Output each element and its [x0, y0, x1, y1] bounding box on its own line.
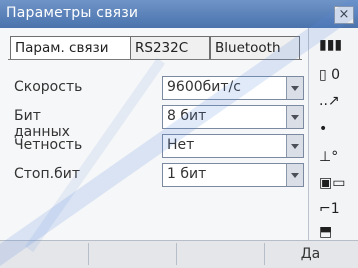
signal-icon: ..↗	[319, 93, 340, 109]
select-value: 1 бит	[167, 166, 207, 182]
stop-bits-select[interactable]: 1 бит	[162, 163, 304, 187]
chevron-down-icon[interactable]	[286, 77, 303, 99]
tab-comm-params[interactable]: Парам. связи	[10, 36, 132, 60]
window-titlebar: Параметры связи ×	[0, 0, 358, 28]
tilt-icon: ⊥°	[319, 149, 339, 165]
chevron-down-icon[interactable]	[286, 164, 303, 186]
dot-icon: •	[319, 121, 328, 137]
yes-button[interactable]: Да	[264, 243, 357, 265]
status-panel: ▮▮▮ ▯ 0 ..↗ • ⊥° ▣▭ ⌐1 ⬒	[308, 28, 358, 240]
softkey-bar: Да	[0, 240, 358, 268]
tab-rs232c[interactable]: RS232C	[130, 36, 210, 59]
softkey-3[interactable]	[176, 243, 265, 265]
keyboard-icon: ⬒	[319, 224, 333, 240]
window-title: Параметры связи	[6, 5, 139, 21]
field-label: Бит данных	[14, 108, 70, 140]
chevron-down-icon[interactable]	[286, 106, 303, 128]
field-label: Скорость	[14, 79, 83, 95]
target-icon: ⌐1	[319, 201, 340, 217]
field-label: Четность	[14, 137, 83, 153]
tab-label: RS232C	[135, 40, 189, 56]
tab-label: Парам. связи	[15, 40, 109, 56]
prism-icon: ▣▭	[319, 175, 346, 191]
chevron-down-icon[interactable]	[286, 135, 303, 157]
softkey-2[interactable]	[88, 243, 177, 265]
status-zero-icon: ▯ 0	[319, 67, 341, 83]
